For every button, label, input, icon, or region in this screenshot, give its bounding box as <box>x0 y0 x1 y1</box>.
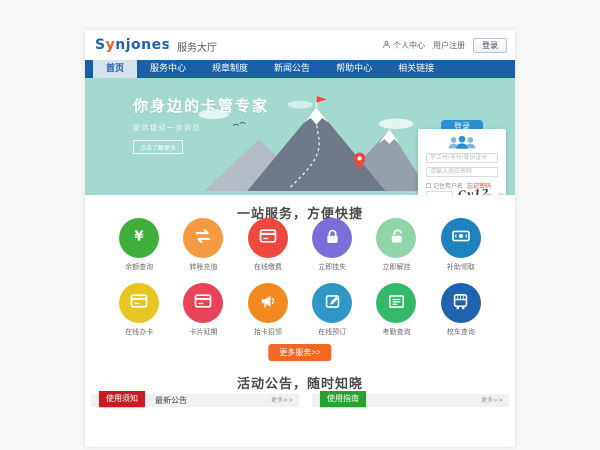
service-item-balance[interactable]: ¥ 余额查询 <box>107 218 171 272</box>
tab-user-guide[interactable]: 使用指南 <box>320 391 366 407</box>
tab-usage-notice[interactable]: 使用须知 <box>99 391 145 407</box>
banknote-icon <box>451 226 471 250</box>
logo-text: S <box>95 37 106 53</box>
lock-icon-circle <box>312 218 352 258</box>
hero-banner: 你身边的卡管专家 提供捷径一步到位 点击了解更多 <box>85 78 515 195</box>
service-label: 立即解挂 <box>364 262 428 272</box>
service-label: 考勤查询 <box>364 327 428 337</box>
nav-item-home[interactable]: 首页 <box>93 60 137 78</box>
username-input[interactable] <box>426 153 498 163</box>
service-label: 余额查询 <box>107 262 171 272</box>
logo-divider: | <box>167 39 170 50</box>
personal-center-link[interactable]: 个人中心 <box>382 40 425 51</box>
banner-subtitle: 提供捷径一步到位 <box>133 123 269 133</box>
captcha-input[interactable] <box>426 191 453 195</box>
banner-more-button[interactable]: 点击了解更多 <box>133 140 183 154</box>
more-link-right[interactable]: 更多>> <box>481 394 503 407</box>
nav-item-rules[interactable]: 规章制度 <box>199 60 261 78</box>
banknote-icon-circle <box>441 218 481 258</box>
more-services-button[interactable]: 更多服务>> <box>268 344 331 361</box>
site-container: Synjones | 服务大厅 个人中心 用户注册 登录 首页 服务中心 规章制… <box>85 30 515 447</box>
announcements-panel-right: 使用指南 更多>> <box>312 394 509 407</box>
service-label: 拾卡招领 <box>236 327 300 337</box>
service-item-online-payment[interactable]: 在线缴费 <box>236 218 300 272</box>
service-item-subsidy[interactable]: 补助领取 <box>429 218 493 272</box>
nav-item-help-center[interactable]: 帮助中心 <box>323 60 385 78</box>
service-label: 校车查询 <box>429 327 493 337</box>
service-item-found-card[interactable]: 拾卡招领 <box>236 283 300 337</box>
captcha-refresh-link[interactable]: 换一张 <box>486 192 504 195</box>
list-icon <box>387 292 406 315</box>
lock-icon <box>323 227 342 250</box>
service-label: 在线缴费 <box>236 262 300 272</box>
main-nav: 首页 服务中心 规章制度 新闻公告 帮助中心 相关链接 <box>85 60 515 78</box>
remember-checkbox[interactable] <box>426 183 431 188</box>
tab-latest-news[interactable]: 最新公告 <box>155 394 187 407</box>
transfer-icon-circle <box>183 218 223 258</box>
service-item-report-loss[interactable]: 立即挂失 <box>300 218 364 272</box>
edit-pencil-icon <box>323 292 342 315</box>
card-icon <box>129 291 149 315</box>
logo[interactable]: Synjones <box>95 37 170 53</box>
card-icon <box>193 291 213 315</box>
banner-title: 你身边的卡管专家 <box>133 95 269 116</box>
logo-text-rest: njones <box>115 37 170 53</box>
announcements-panel-left: 使用须知 最新公告 更多>> <box>91 394 299 407</box>
services-grid: ¥ 余额查询 转账充值 在线缴费 立即挂失 立即解挂 补助领取 <box>107 218 493 348</box>
announcements-title: 活动公告，随时知晓 <box>85 365 515 392</box>
announcements-section: 活动公告，随时知晓 使用须知 最新公告 更多>> 使用指南 更多>> <box>85 365 515 447</box>
nav-item-news[interactable]: 新闻公告 <box>261 60 323 78</box>
bus-icon <box>451 292 470 315</box>
edit-icon-circle <box>312 283 352 323</box>
transfer-arrows-icon <box>193 226 213 250</box>
person-icon <box>382 40 391 51</box>
header-right: 个人中心 用户注册 登录 <box>382 38 507 53</box>
card-icon <box>258 226 278 250</box>
password-input[interactable] <box>426 167 498 177</box>
service-item-apply-card[interactable]: 在线办卡 <box>107 283 171 337</box>
unlock-icon <box>387 227 406 250</box>
service-label: 在线办卡 <box>107 327 171 337</box>
service-item-attendance[interactable]: 考勤查询 <box>364 283 428 337</box>
user-register-link[interactable]: 用户注册 <box>433 40 465 51</box>
service-label: 卡片延期 <box>171 327 235 337</box>
service-item-online-booking[interactable]: 在线预订 <box>300 283 364 337</box>
renewal-icon-circle <box>183 283 223 323</box>
list-icon-circle <box>376 283 416 323</box>
service-label: 在线预订 <box>300 327 364 337</box>
svg-text:¥: ¥ <box>135 230 145 245</box>
user-register-label: 用户注册 <box>433 40 465 51</box>
service-item-school-bus[interactable]: 校车查询 <box>429 283 493 337</box>
header: Synjones | 服务大厅 个人中心 用户注册 登录 <box>85 30 515 60</box>
payment-icon-circle <box>248 218 288 258</box>
nav-item-service-center[interactable]: 服务中心 <box>137 60 199 78</box>
bus-icon-circle <box>441 283 481 323</box>
service-label: 补助领取 <box>429 262 493 272</box>
balance-icon-circle: ¥ <box>119 218 159 258</box>
megaphone-icon-circle <box>248 283 288 323</box>
remember-label: 记住用户名 <box>433 181 463 190</box>
service-item-unlock[interactable]: 立即解挂 <box>364 218 428 272</box>
service-item-transfer[interactable]: 转账充值 <box>171 218 235 272</box>
banner-text-block: 你身边的卡管专家 提供捷径一步到位 点击了解更多 <box>133 95 269 154</box>
services-section: 一站服务，方便快捷 ¥ 余额查询 转账充值 在线缴费 立即挂失 立即解挂 <box>85 195 515 365</box>
apply-card-icon-circle <box>119 283 159 323</box>
yen-icon: ¥ <box>129 226 149 250</box>
header-login-button[interactable]: 登录 <box>473 38 507 53</box>
product-name: 服务大厅 <box>177 39 217 54</box>
unlock-icon-circle <box>376 218 416 258</box>
service-label: 立即挂失 <box>300 262 364 272</box>
service-item-card-renewal[interactable]: 卡片延期 <box>171 283 235 337</box>
login-panel: 登录 记住用户名 <box>418 120 506 195</box>
users-icon <box>447 134 477 155</box>
nav-item-links[interactable]: 相关链接 <box>385 60 447 78</box>
service-label: 转账充值 <box>171 262 235 272</box>
logo-accent: y <box>106 37 116 53</box>
personal-center-label: 个人中心 <box>393 40 425 51</box>
megaphone-icon <box>258 291 278 315</box>
login-form: 记住用户名 忘记密码 Cy12 换一张 登录 <box>418 129 506 195</box>
more-link-left[interactable]: 更多>> <box>271 394 293 407</box>
